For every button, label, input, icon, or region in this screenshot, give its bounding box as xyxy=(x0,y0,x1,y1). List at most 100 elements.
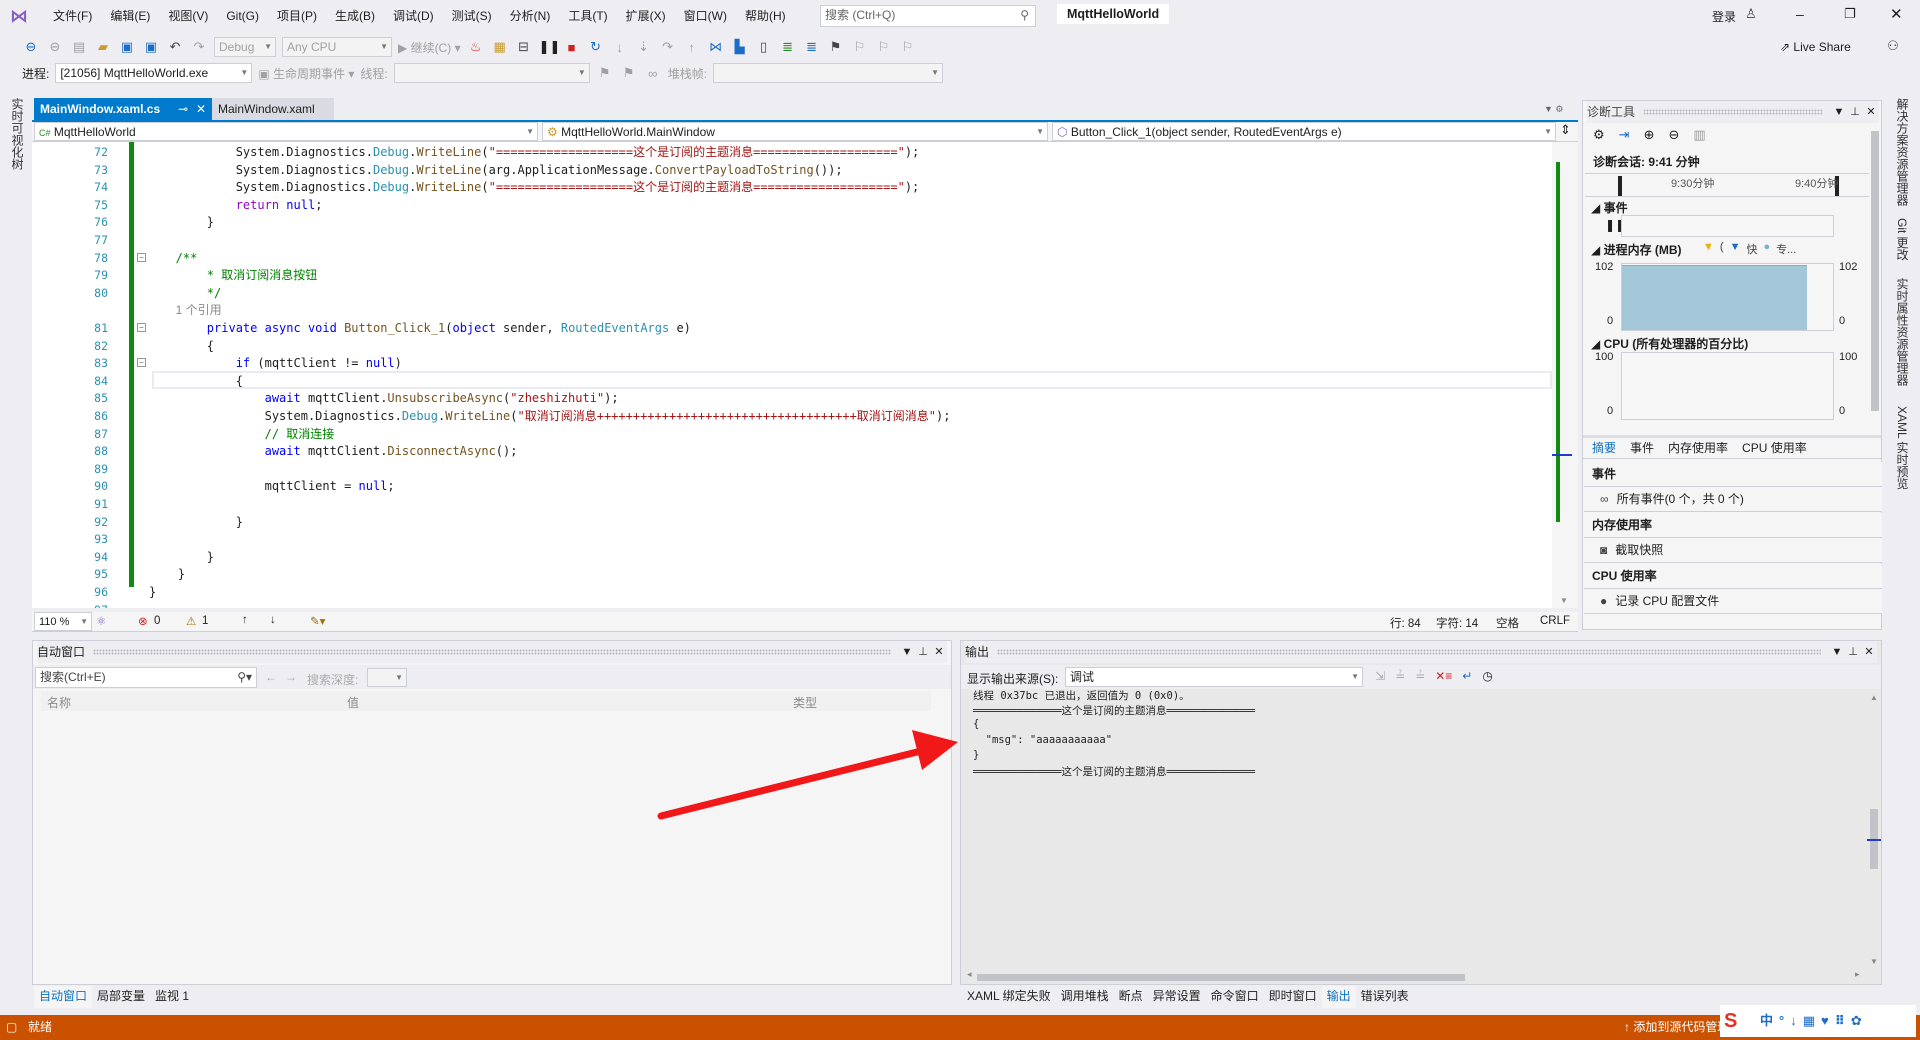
undo-icon[interactable]: ↶ xyxy=(166,39,184,55)
prev-issue-icon[interactable]: ↑ xyxy=(242,614,248,626)
code-line[interactable]: /** xyxy=(149,250,198,268)
code-line[interactable]: System.Diagnostics.Debug.WriteLine("====… xyxy=(149,179,920,197)
diagnostics-tab[interactable]: CPU 使用率 xyxy=(1737,438,1812,458)
pin-icon[interactable]: ⊥ xyxy=(915,641,931,663)
menu-item[interactable]: 扩展(X) xyxy=(617,8,675,24)
source-control-button[interactable]: ↑ 添加到源代码管理 xyxy=(1624,1015,1729,1040)
summary-section-action[interactable]: ∞ 所有事件(0 个，共 0 个) xyxy=(1584,487,1882,512)
chart-options-icon[interactable]: ▥ xyxy=(1693,127,1705,143)
redo-icon[interactable]: ↷ xyxy=(190,39,208,55)
cpu-chart[interactable] xyxy=(1621,352,1834,420)
output-panel-tab[interactable]: 命令窗口 xyxy=(1206,986,1264,1008)
code-line[interactable]: private async void Button_Click_1(object… xyxy=(149,320,691,338)
minimize-button[interactable]: – xyxy=(1796,6,1804,22)
code-line[interactable]: mqttClient = null; xyxy=(149,478,395,496)
code-line[interactable]: { xyxy=(149,338,214,356)
menu-item[interactable]: 帮助(H) xyxy=(736,8,795,24)
new-item-icon[interactable]: ▤ xyxy=(70,39,88,55)
range-start-handle[interactable] xyxy=(1618,176,1622,196)
side-tab[interactable]: Git 更改 xyxy=(1894,218,1911,261)
window-menu-icon[interactable]: ▼ xyxy=(1829,641,1845,663)
column-value[interactable]: 值 xyxy=(347,694,359,711)
column-name[interactable]: 名称 xyxy=(47,694,71,711)
fold-toggle-icon[interactable]: − xyxy=(137,252,146,262)
select-element-icon[interactable]: ▙ xyxy=(731,39,749,55)
layout-icon[interactable]: ⊟ xyxy=(515,39,533,55)
forward-icon[interactable]: ⊖ xyxy=(46,39,64,55)
close-window-button[interactable]: ✕ xyxy=(1890,5,1903,23)
code-line[interactable]: await mqttClient.UnsubscribeAsync("zhesh… xyxy=(149,390,619,408)
uncomment-icon[interactable]: ≣ xyxy=(803,39,821,55)
step-into-icon[interactable]: ↓ xyxy=(611,40,629,55)
next-bookmark-icon[interactable]: ⚐ xyxy=(875,39,893,55)
hot-reload-icon[interactable]: ♨ xyxy=(467,39,485,55)
prev-message-icon[interactable]: ≟ xyxy=(1395,669,1405,683)
menu-item[interactable]: 编辑(E) xyxy=(101,8,159,24)
continue-button[interactable]: ▶ 继续(C) ▾ xyxy=(398,39,461,56)
clear-bookmark-icon[interactable]: ⚐ xyxy=(899,39,917,55)
settings-icon[interactable]: ⚙ xyxy=(1593,127,1605,143)
clear-all-icon[interactable]: ✕≡ xyxy=(1435,669,1452,683)
autos-panel-tab[interactable]: 监视 1 xyxy=(150,986,194,1008)
close-icon[interactable]: ✕ xyxy=(1863,101,1879,123)
indent-indicator[interactable]: 空格 xyxy=(1496,615,1519,631)
diagnostics-tab[interactable]: 摘要 xyxy=(1587,438,1622,458)
restore-button[interactable]: ❐ xyxy=(1844,6,1856,22)
threads-icon[interactable]: ⋈ xyxy=(707,39,725,55)
output-panel-tab[interactable]: 异常设置 xyxy=(1148,986,1206,1008)
eol-indicator[interactable]: CRLF xyxy=(1540,615,1570,627)
warning-count[interactable]: 1 xyxy=(202,615,208,627)
code-line[interactable]: System.Diagnostics.Debug.WriteLine("====… xyxy=(149,144,920,162)
search-icon[interactable]: ⚲▾ xyxy=(237,668,252,686)
output-panel-tab[interactable]: 输出 xyxy=(1321,986,1356,1008)
open-folder-icon[interactable]: ▰ xyxy=(94,39,112,55)
intellicode-icon[interactable]: ⚛ xyxy=(96,614,106,628)
output-panel-tab[interactable]: 即时窗口 xyxy=(1264,986,1322,1008)
back-icon[interactable]: ⊖ xyxy=(22,39,40,55)
code-line[interactable]: */ xyxy=(149,285,221,303)
account-icon[interactable]: ♙ xyxy=(1742,6,1760,22)
search-forward-icon[interactable]: → xyxy=(285,670,297,684)
autos-panel-tab[interactable]: 局部变量 xyxy=(92,986,150,1008)
code-line[interactable]: } xyxy=(149,549,214,567)
output-panel-tab[interactable]: XAML 绑定失败 xyxy=(962,986,1056,1008)
find-in-files-icon[interactable]: ▦ xyxy=(491,39,509,55)
code-cleanup-icon[interactable]: ✎▾ xyxy=(310,614,325,628)
flag-threads-icon[interactable]: ⚑ xyxy=(620,65,638,81)
save-all-icon[interactable]: ▣ xyxy=(142,39,160,55)
adorner-icon[interactable]: ▯ xyxy=(755,39,773,55)
code-line[interactable]: return null; xyxy=(149,197,323,215)
side-tab[interactable]: 实时属性资源管理器 xyxy=(1894,278,1911,386)
diagnostics-scrollbar[interactable] xyxy=(1871,131,1879,411)
save-icon[interactable]: ▣ xyxy=(118,39,136,55)
pause-icon[interactable]: ❚❚ xyxy=(539,39,561,55)
show-threads-icon[interactable]: ∞ xyxy=(644,66,662,81)
zoom-in-icon[interactable]: ⊕ xyxy=(1644,127,1655,143)
tab-overflow-icon[interactable]: ▼ ⚙ xyxy=(1544,104,1563,115)
output-horizontal-scrollbar[interactable]: ◂ ▸ xyxy=(965,969,1865,983)
menu-item[interactable]: 视图(V) xyxy=(159,8,217,24)
editor-tab-xaml[interactable]: MainWindow.xaml xyxy=(212,98,334,120)
zoom-select[interactable]: 110 % ▼ xyxy=(34,612,92,631)
cpu-section-header[interactable]: ◢ CPU (所有处理器的百分比) xyxy=(1591,335,1748,352)
find-message-icon[interactable]: ⇲ xyxy=(1375,669,1385,683)
code-line[interactable]: System.Diagnostics.Debug.WriteLine("取消订阅… xyxy=(149,408,951,426)
export-icon[interactable]: ⇥ xyxy=(1619,127,1630,143)
menu-item[interactable]: 调试(D) xyxy=(384,8,443,24)
window-menu-icon[interactable]: ▼ xyxy=(1831,101,1847,123)
step-over-icon[interactable]: ⇣ xyxy=(635,39,653,55)
error-icon[interactable]: ⊗ xyxy=(138,614,148,628)
warning-icon[interactable]: ⚠ xyxy=(186,614,196,628)
sign-in-link[interactable]: 登录 xyxy=(1712,8,1736,25)
pin-icon[interactable]: ⊥ xyxy=(1845,641,1861,663)
side-tab[interactable]: XAML 实时预览 xyxy=(1894,406,1911,490)
menu-item[interactable]: 分析(N) xyxy=(501,8,560,24)
stack-frame-select[interactable]: ▼ xyxy=(713,63,944,83)
ime-toolbar[interactable]: S 中°↓▦♥⠿✿ xyxy=(1720,1005,1916,1037)
scroll-right-icon[interactable]: ▸ xyxy=(1855,969,1860,980)
menu-item[interactable]: 工具(T) xyxy=(559,8,616,24)
code-line[interactable]: * 取消订阅消息按钮 xyxy=(149,267,317,285)
editor-tab-cs[interactable]: MainWindow.xaml.cs ⊸ ✕ xyxy=(34,98,212,120)
output-vertical-scrollbar[interactable]: ▲ ▼ xyxy=(1867,691,1881,971)
code-line[interactable]: await mqttClient.DisconnectAsync(); xyxy=(149,443,518,461)
